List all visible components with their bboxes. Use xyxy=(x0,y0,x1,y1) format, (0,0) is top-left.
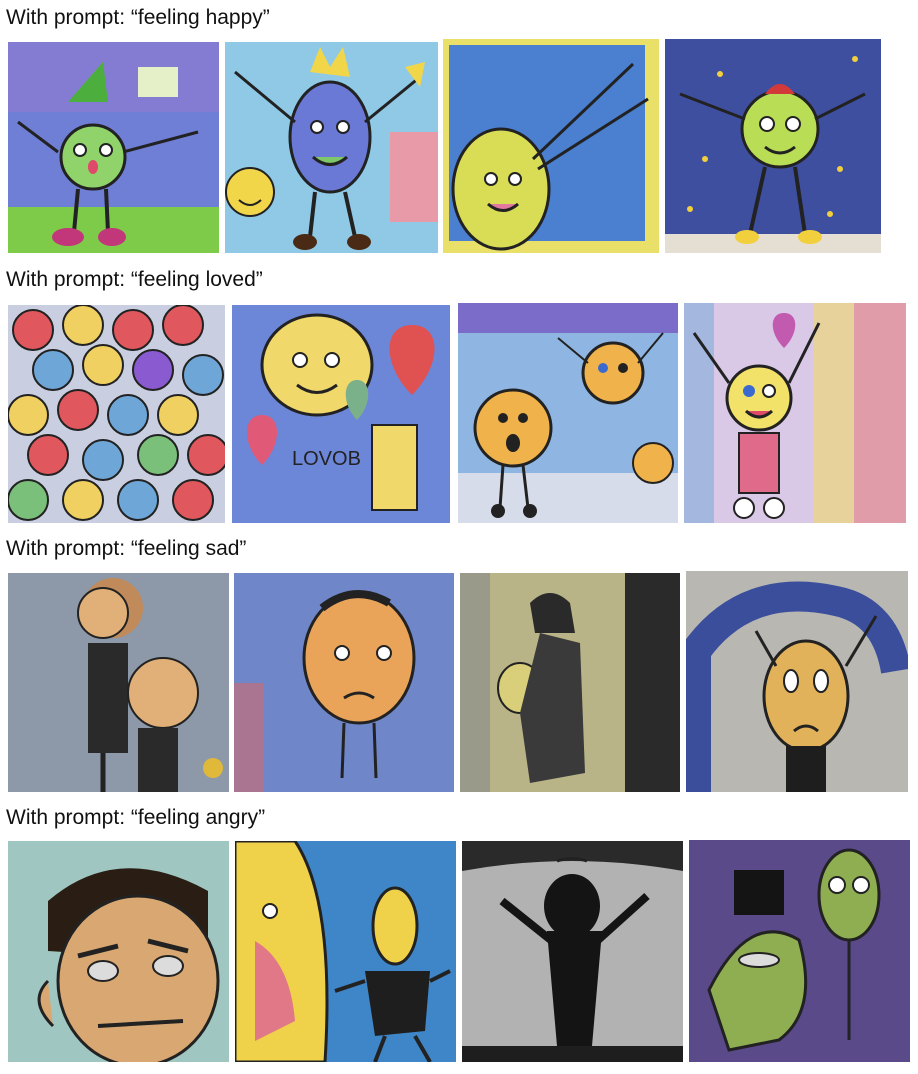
child-drawing-image xyxy=(235,841,456,1062)
child-drawing-image xyxy=(234,573,454,792)
child-drawing-image xyxy=(8,42,219,253)
row-label: With prompt: “feeling loved” xyxy=(6,268,263,291)
child-drawing-image xyxy=(225,42,438,253)
row-label: With prompt: “feeling happy” xyxy=(6,6,270,29)
child-drawing-image xyxy=(460,573,680,792)
row-label: With prompt: “feeling angry” xyxy=(6,806,266,829)
child-drawing-image xyxy=(665,39,881,253)
row-label: With prompt: “feeling sad” xyxy=(6,537,247,560)
child-drawing-image xyxy=(689,840,910,1062)
child-drawing-image xyxy=(8,573,229,792)
child-drawing-image xyxy=(684,303,906,523)
child-drawing-image xyxy=(8,841,229,1062)
svg-text:LOVOB: LOVOB xyxy=(292,448,361,470)
child-drawing-image xyxy=(686,571,908,792)
child-drawing-image xyxy=(462,841,683,1062)
child-drawing-image xyxy=(443,39,659,253)
child-drawing-image: LOVOB xyxy=(232,305,450,523)
child-drawing-image xyxy=(8,305,225,523)
child-drawing-image xyxy=(458,303,678,523)
